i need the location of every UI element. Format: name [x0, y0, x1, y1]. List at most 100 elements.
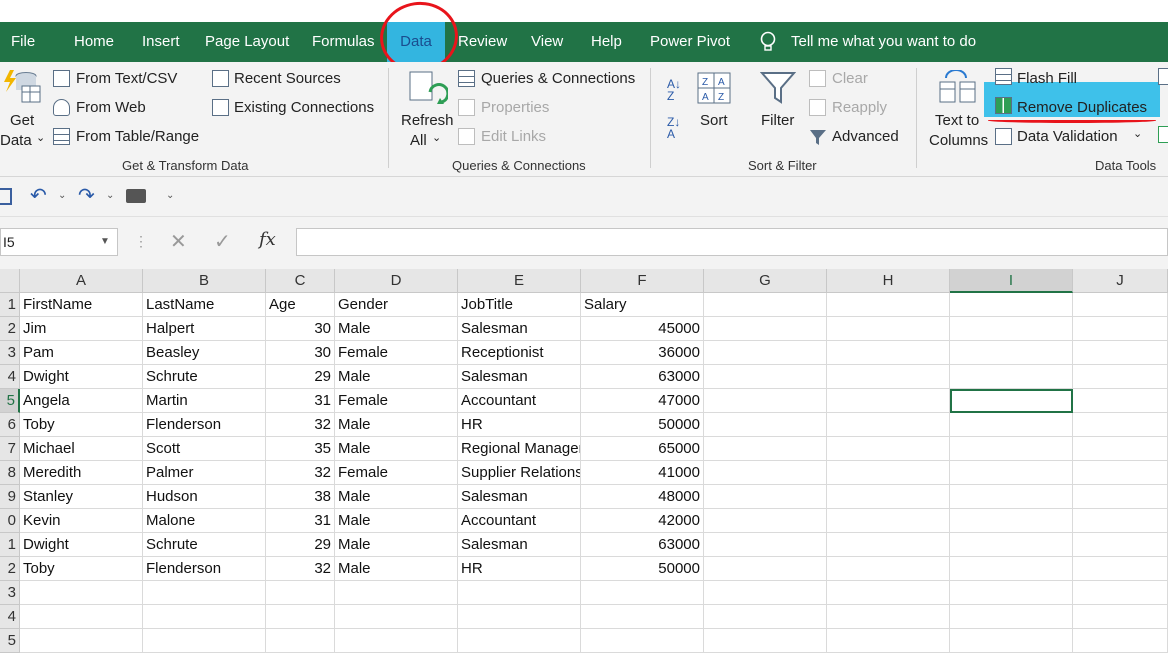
table-cell[interactable]	[1073, 533, 1168, 557]
table-cell[interactable]: Female	[335, 341, 458, 365]
table-cell[interactable]	[827, 461, 950, 485]
table-cell[interactable]: 35	[266, 437, 335, 461]
table-cell[interactable]: Malone	[143, 509, 266, 533]
table-cell[interactable]: 36000	[581, 341, 704, 365]
table-cell[interactable]	[266, 581, 335, 605]
cancel-icon[interactable]: ✕	[170, 229, 187, 254]
table-cell[interactable]: Beasley	[143, 341, 266, 365]
table-cell[interactable]: 42000	[581, 509, 704, 533]
table-cell[interactable]: Accountant	[458, 509, 581, 533]
sort-button[interactable]: Sort	[700, 112, 728, 129]
from-web-button[interactable]: From Web	[76, 99, 146, 116]
table-cell[interactable]	[704, 485, 827, 509]
table-cell[interactable]: Salary	[581, 293, 704, 317]
tab-page-layout[interactable]: Page Layout	[205, 22, 289, 62]
recent-sources-button[interactable]: Recent Sources	[234, 70, 341, 87]
table-cell[interactable]	[704, 437, 827, 461]
table-cell[interactable]: Accountant	[458, 389, 581, 413]
tab-formulas[interactable]: Formulas	[312, 22, 375, 62]
table-cell[interactable]: 41000	[581, 461, 704, 485]
get-data-button[interactable]: Get	[10, 112, 34, 129]
table-cell[interactable]: 50000	[581, 557, 704, 581]
table-cell[interactable]: 65000	[581, 437, 704, 461]
table-cell[interactable]	[950, 317, 1073, 341]
table-cell[interactable]	[704, 461, 827, 485]
column-header-e[interactable]: E	[458, 269, 581, 293]
table-cell[interactable]	[1073, 389, 1168, 413]
table-cell[interactable]: Scott	[143, 437, 266, 461]
table-cell[interactable]	[704, 413, 827, 437]
table-cell[interactable]	[704, 557, 827, 581]
table-cell[interactable]	[827, 605, 950, 629]
enter-icon[interactable]: ✓	[214, 229, 231, 254]
row-header[interactable]: 9	[0, 485, 20, 509]
table-cell[interactable]: 38	[266, 485, 335, 509]
sort-za-icon[interactable]: Z↓ A	[667, 116, 680, 140]
table-cell[interactable]: 45000	[581, 317, 704, 341]
table-cell[interactable]: Salesman	[458, 365, 581, 389]
table-cell[interactable]	[335, 581, 458, 605]
column-header-b[interactable]: B	[143, 269, 266, 293]
row-header[interactable]: 0	[0, 509, 20, 533]
row-header[interactable]: 1	[0, 533, 20, 557]
table-cell[interactable]	[950, 605, 1073, 629]
row-header[interactable]: 8	[0, 461, 20, 485]
column-header-a[interactable]: A	[20, 269, 143, 293]
column-header-h[interactable]: H	[827, 269, 950, 293]
text-to-columns-button[interactable]: Text to	[935, 112, 979, 129]
table-cell[interactable]: Jim	[20, 317, 143, 341]
from-text-csv-button[interactable]: From Text/CSV	[76, 70, 177, 87]
column-header-g[interactable]: G	[704, 269, 827, 293]
table-cell[interactable]	[1073, 629, 1168, 653]
flash-fill-button[interactable]: Flash Fill	[1017, 70, 1077, 87]
table-cell[interactable]	[143, 605, 266, 629]
row-header[interactable]: 2	[0, 557, 20, 581]
table-cell[interactable]	[20, 605, 143, 629]
table-cell[interactable]: Male	[335, 317, 458, 341]
table-cell[interactable]: Male	[335, 509, 458, 533]
table-cell[interactable]	[266, 605, 335, 629]
table-cell[interactable]	[1073, 509, 1168, 533]
undo-dropdown-icon[interactable]: ⌄	[58, 185, 66, 207]
table-cell[interactable]: 29	[266, 533, 335, 557]
table-cell[interactable]	[704, 581, 827, 605]
table-cell[interactable]	[1073, 317, 1168, 341]
queries-connections-button[interactable]: Queries & Connections	[481, 70, 635, 87]
table-cell[interactable]	[581, 605, 704, 629]
table-cell[interactable]: Martin	[143, 389, 266, 413]
table-cell[interactable]: Salesman	[458, 317, 581, 341]
table-cell[interactable]	[1073, 485, 1168, 509]
table-cell[interactable]	[950, 629, 1073, 653]
column-header-d[interactable]: D	[335, 269, 458, 293]
table-cell[interactable]: Stanley	[20, 485, 143, 509]
table-cell[interactable]: Female	[335, 389, 458, 413]
properties-button[interactable]: Properties	[481, 99, 549, 116]
tab-power-pivot[interactable]: Power Pivot	[650, 22, 730, 62]
table-cell[interactable]	[581, 629, 704, 653]
table-cell[interactable]: Regional Manager	[458, 437, 581, 461]
table-cell[interactable]	[143, 629, 266, 653]
table-cell[interactable]	[1073, 461, 1168, 485]
table-cell[interactable]	[827, 581, 950, 605]
table-cell[interactable]	[704, 509, 827, 533]
active-cell[interactable]	[950, 389, 1073, 413]
table-cell[interactable]	[704, 341, 827, 365]
undo-icon[interactable]: ↶	[30, 185, 52, 207]
sort-az-icon[interactable]: A↓ Z	[667, 78, 681, 102]
table-cell[interactable]: 63000	[581, 533, 704, 557]
tab-file[interactable]: File	[11, 22, 35, 62]
from-table-range-button[interactable]: From Table/Range	[76, 128, 199, 145]
table-cell[interactable]	[704, 605, 827, 629]
table-cell[interactable]	[20, 581, 143, 605]
table-cell[interactable]: Flenderson	[143, 413, 266, 437]
table-cell[interactable]: Kevin	[20, 509, 143, 533]
table-cell[interactable]	[827, 485, 950, 509]
table-cell[interactable]	[704, 293, 827, 317]
table-cell[interactable]: Palmer	[143, 461, 266, 485]
table-cell[interactable]	[827, 557, 950, 581]
table-cell[interactable]	[1073, 365, 1168, 389]
table-cell[interactable]	[827, 389, 950, 413]
table-cell[interactable]: Female	[335, 461, 458, 485]
table-cell[interactable]	[1073, 341, 1168, 365]
table-cell[interactable]: Salesman	[458, 485, 581, 509]
